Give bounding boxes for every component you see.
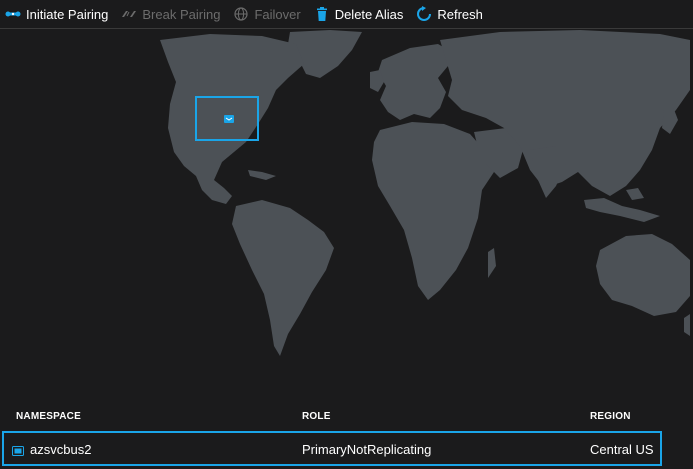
column-header-namespace: NAMESPACE <box>16 411 81 422</box>
initiate-pairing-label: Initiate Pairing <box>26 6 109 22</box>
failover-button[interactable]: Failover <box>228 0 308 29</box>
break-pairing-label: Break Pairing <box>142 6 221 22</box>
refresh-icon <box>415 5 433 23</box>
globe-icon <box>232 5 250 23</box>
initiate-pairing-button[interactable]: Initiate Pairing <box>0 0 116 29</box>
failover-label: Failover <box>254 6 301 22</box>
refresh-button[interactable]: Refresh <box>411 0 491 29</box>
break-pairing-button[interactable]: Break Pairing <box>116 0 228 29</box>
delete-alias-label: Delete Alias <box>334 6 404 22</box>
table-row[interactable]: azsvcbus2 PrimaryNotReplicating Central … <box>2 431 662 466</box>
namespace-cell: azsvcbus2 <box>30 442 92 457</box>
break-link-icon <box>120 5 138 23</box>
table-header: NAMESPACE ROLE REGION <box>0 405 693 425</box>
service-bus-namespace-icon <box>224 115 234 123</box>
region-cell: Central US <box>590 442 654 457</box>
column-header-region: REGION <box>590 411 631 422</box>
world-map-graphic <box>160 30 690 356</box>
role-cell: PrimaryNotReplicating <box>302 442 432 457</box>
command-bar: Initiate Pairing Break Pairing Failover <box>0 0 693 29</box>
delete-alias-button[interactable]: Delete Alias <box>309 0 412 29</box>
refresh-label: Refresh <box>437 6 483 22</box>
world-map <box>0 30 693 398</box>
column-header-role: ROLE <box>302 411 331 422</box>
trash-icon <box>313 5 331 23</box>
pairing-icon <box>4 5 22 23</box>
service-bus-namespace-icon <box>12 444 24 456</box>
